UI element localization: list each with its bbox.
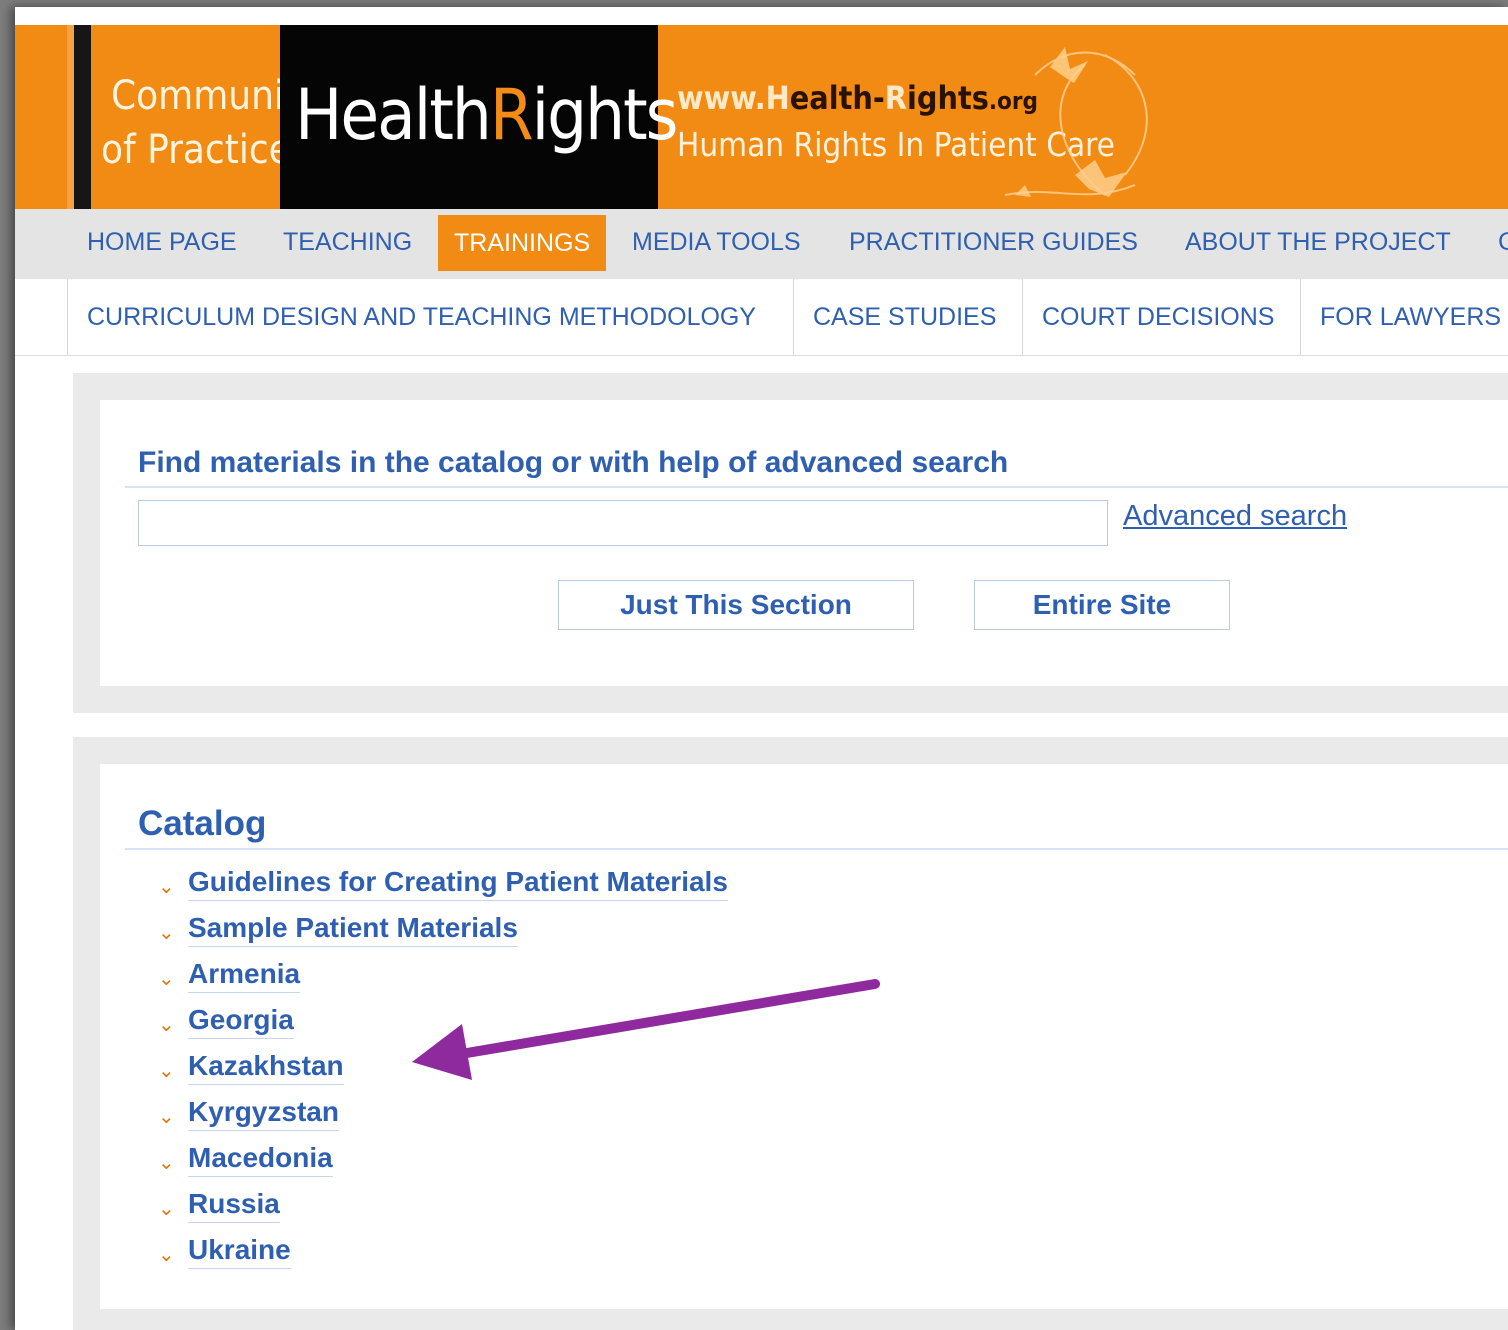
subnav-curriculum-design[interactable]: CURRICULUM DESIGN AND TEACHING METHODOLO… — [87, 279, 756, 355]
subnav-for-lawyers[interactable]: FOR LAWYERS — [1320, 279, 1501, 355]
chevron-down-icon[interactable]: ⌄ — [158, 864, 188, 910]
catalog-link[interactable]: Kazakhstan — [188, 1048, 344, 1086]
search-input[interactable] — [138, 500, 1108, 546]
chevron-down-icon[interactable]: ⌄ — [158, 1002, 188, 1048]
catalog-list: ⌄ Guidelines for Creating Patient Materia… — [158, 864, 728, 1278]
nav-truncated-item[interactable]: C — [1498, 209, 1508, 275]
nav-practitioner-guides[interactable]: PRACTITIONER GUIDES — [849, 209, 1138, 275]
search-title: Find materials in the catalog or with he… — [138, 446, 1009, 479]
search-panel: Find materials in the catalog or with he… — [73, 373, 1508, 713]
catalog-link[interactable]: Ukraine — [188, 1232, 291, 1270]
catalog-panel: Catalog ⌄ Guidelines for Creating Patient… — [73, 737, 1508, 1330]
catalog-link[interactable]: Macedonia — [188, 1140, 333, 1178]
catalog-link[interactable]: Kyrgyzstan — [188, 1094, 339, 1132]
entire-site-button[interactable]: Entire Site — [974, 580, 1230, 630]
catalog-title: Catalog — [138, 804, 267, 843]
list-item: ⌄ Armenia — [158, 956, 728, 1002]
butterfly-decoration-icon — [1004, 47, 1148, 197]
catalog-link[interactable]: Georgia — [188, 1002, 294, 1040]
search-box: Find materials in the catalog or with he… — [100, 400, 1508, 686]
list-item: ⌄ Sample Patient Materials — [158, 910, 728, 956]
banner-stripe — [67, 25, 74, 209]
subnav-case-studies[interactable]: CASE STUDIES — [813, 279, 996, 355]
list-item: ⌄ Ukraine — [158, 1232, 728, 1278]
list-item: ⌄ Georgia — [158, 1002, 728, 1048]
just-this-section-button[interactable]: Just This Section — [558, 580, 914, 630]
list-item: ⌄ Russia — [158, 1186, 728, 1232]
catalog-link[interactable]: Russia — [188, 1186, 280, 1224]
subnav-court-decisions[interactable]: COURT DECISIONS — [1042, 279, 1274, 355]
chevron-down-icon[interactable]: ⌄ — [158, 1048, 188, 1094]
list-item: ⌄ Kazakhstan — [158, 1048, 728, 1094]
chevron-down-icon[interactable]: ⌄ — [158, 1094, 188, 1140]
chevron-down-icon[interactable]: ⌄ — [158, 1186, 188, 1232]
site-banner: Community of Practice HealthRights www.H… — [15, 25, 1508, 209]
nav-teaching[interactable]: TEACHING — [283, 209, 412, 275]
nav-media-tools[interactable]: MEDIA TOOLS — [632, 209, 801, 275]
chevron-down-icon[interactable]: ⌄ — [158, 1140, 188, 1186]
nav-separator — [1022, 279, 1023, 355]
healthrights-logo[interactable]: HealthRights — [295, 75, 678, 155]
nav-home-page[interactable]: HOME PAGE — [87, 209, 237, 275]
nav-about-the-project[interactable]: ABOUT THE PROJECT — [1185, 209, 1451, 275]
chevron-down-icon[interactable]: ⌄ — [158, 1232, 188, 1278]
nav-separator — [1300, 279, 1301, 355]
list-item: ⌄ Guidelines for Creating Patient Materia… — [158, 864, 728, 910]
title-underline — [125, 486, 1508, 488]
title-underline — [125, 848, 1508, 850]
advanced-search-link[interactable]: Advanced search — [1123, 500, 1347, 533]
nav-trainings[interactable]: TRAININGS — [438, 215, 607, 271]
chevron-down-icon[interactable]: ⌄ — [158, 956, 188, 1002]
page: Community of Practice HealthRights www.H… — [15, 7, 1508, 1330]
banner-stripe-dark — [74, 25, 91, 209]
nav-separator — [67, 279, 68, 355]
catalog-link[interactable]: Sample Patient Materials — [188, 910, 518, 948]
catalog-link[interactable]: Armenia — [188, 956, 301, 994]
primary-nav: HOME PAGE TEACHING TRAININGS MEDIA TOOLS… — [15, 209, 1508, 279]
chevron-down-icon[interactable]: ⌄ — [158, 910, 188, 956]
list-item: ⌄ Macedonia — [158, 1140, 728, 1186]
list-item: ⌄ Kyrgyzstan — [158, 1094, 728, 1140]
catalog-box: Catalog ⌄ Guidelines for Creating Patient… — [100, 764, 1508, 1309]
catalog-link[interactable]: Guidelines for Creating Patient Material… — [188, 864, 728, 902]
secondary-nav: CURRICULUM DESIGN AND TEACHING METHODOLO… — [15, 279, 1508, 356]
nav-separator — [793, 279, 794, 355]
